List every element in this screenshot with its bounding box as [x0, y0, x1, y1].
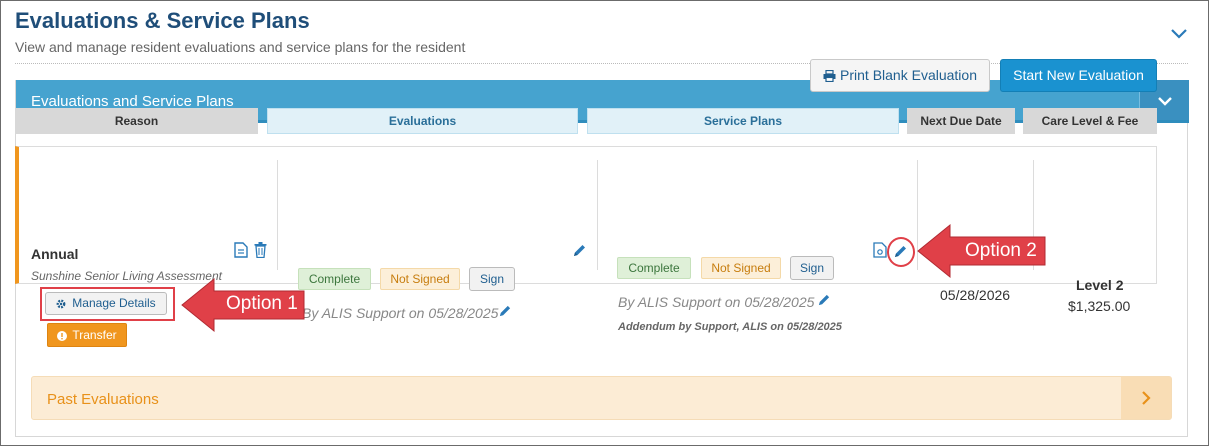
transfer-label: Transfer	[72, 328, 117, 342]
service-plan-addendum: Addendum by Support, ALIS on 05/28/2025	[618, 321, 842, 333]
evaluation-sign-status-badge: Not Signed	[380, 268, 460, 290]
past-evaluations-bar[interactable]: Past Evaluations	[31, 376, 1172, 420]
pencil-icon[interactable]	[498, 304, 512, 318]
column-divider	[277, 160, 278, 270]
alert-icon	[57, 330, 68, 341]
page-subtitle: View and manage resident evaluations and…	[15, 39, 466, 55]
service-plan-status-badge: Complete	[617, 257, 691, 279]
service-plan-pencil-highlight	[887, 237, 915, 267]
evaluation-status-badge: Complete	[298, 268, 371, 290]
next-due-date: 05/28/2026	[940, 287, 1011, 303]
manage-details-highlight	[40, 287, 175, 321]
transfer-button[interactable]: Transfer	[47, 323, 127, 347]
reason-title: Annual	[31, 246, 79, 262]
edit-evaluation-pencil-icon[interactable]	[572, 243, 587, 258]
column-header-evaluations: Evaluations	[267, 108, 578, 134]
chevron-right-icon	[1142, 391, 1151, 405]
document-preview-icon[interactable]	[873, 242, 887, 258]
pencil-icon[interactable]	[817, 293, 831, 307]
trash-icon[interactable]	[254, 242, 267, 258]
care-fee: $1,325.00	[1068, 298, 1131, 314]
option2-label: Option 2	[965, 240, 1037, 261]
column-header-care-level: Care Level & Fee	[1023, 108, 1157, 134]
option1-label: Option 1	[226, 293, 298, 314]
column-header-next-due-date: Next Due Date	[907, 108, 1015, 134]
section-collapse-toggle[interactable]	[1168, 22, 1190, 44]
page-title: Evaluations & Service Plans	[15, 8, 310, 33]
service-plan-sign-status-badge: Not Signed	[701, 257, 781, 279]
start-new-evaluation-button[interactable]: Start New Evaluation	[1000, 59, 1157, 92]
print-button-label: Print Blank Evaluation	[840, 67, 977, 83]
service-plan-by-line: By ALIS Support on 05/28/2025	[618, 294, 815, 310]
service-plan-sign-button[interactable]: Sign	[790, 256, 834, 280]
evaluation-sign-button[interactable]: Sign	[469, 267, 515, 291]
column-header-reason: Reason	[15, 108, 258, 134]
chevron-down-icon	[1171, 29, 1187, 39]
past-evaluations-label: Past Evaluations	[47, 391, 159, 408]
column-divider	[597, 160, 598, 270]
column-header-service-plans: Service Plans	[587, 108, 899, 134]
print-blank-evaluation-button[interactable]: Print Blank Evaluation	[810, 59, 990, 92]
past-evaluations-expand-toggle[interactable]	[1121, 377, 1171, 419]
document-icon[interactable]	[234, 242, 248, 258]
care-level: Level 2	[1076, 277, 1124, 293]
printer-icon	[823, 70, 836, 83]
evaluation-by-line: By ALIS Support on 05/28/2025	[302, 305, 499, 321]
